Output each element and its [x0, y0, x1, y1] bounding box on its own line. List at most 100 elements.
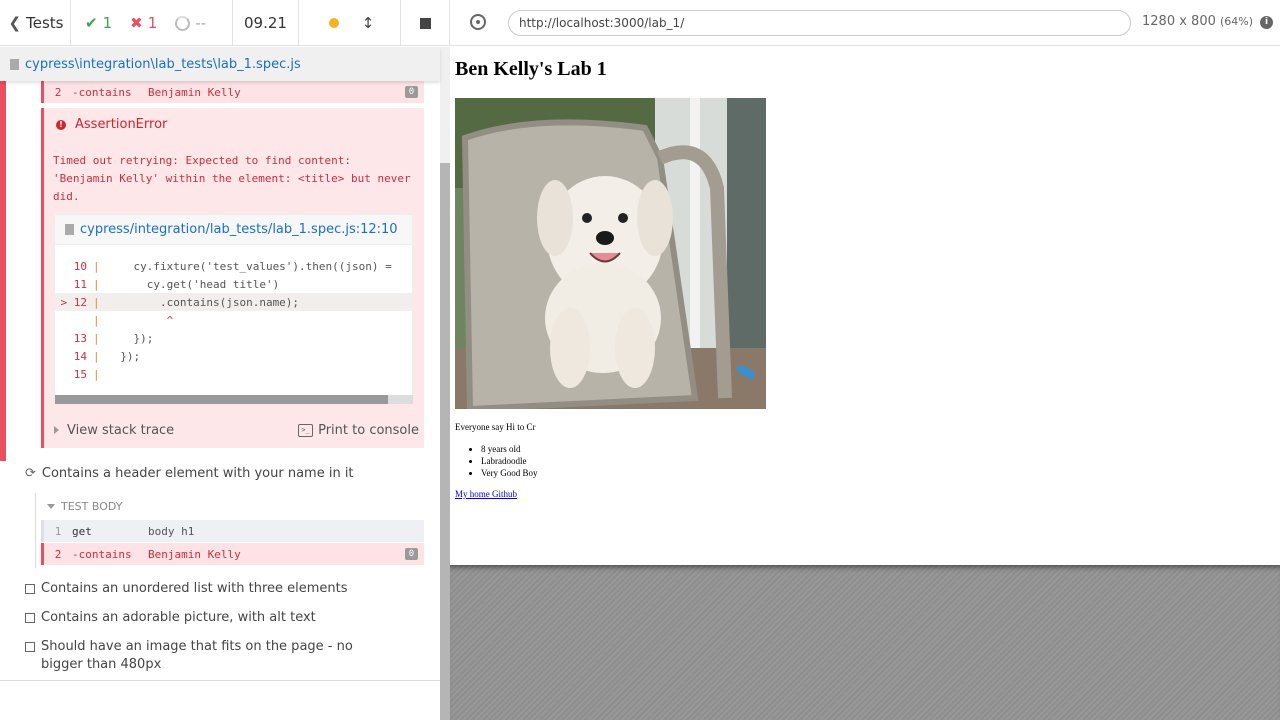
element-count-badge: 0: [405, 86, 418, 98]
dog-photo: [455, 98, 766, 409]
test-body-guide: [35, 493, 36, 568]
github-link[interactable]: My home Github: [455, 489, 517, 499]
test-title: Contains an unordered list with three el…: [41, 581, 348, 596]
dog-caption: Everyone say Hi to Cr: [455, 422, 536, 432]
url-field[interactable]: http://localhost:3000/lab_1/: [508, 10, 1131, 36]
error-message-line: Timed out retrying: Expected to find con…: [53, 154, 352, 167]
caret-down-icon: [47, 504, 55, 509]
viewport-dimensions: 1280 x 800: [1142, 14, 1216, 29]
divider: [0, 680, 440, 681]
app-under-test-panel: http://localhost:3000/lab_1/ 1280 x 800 …: [450, 0, 1280, 720]
command-arg: body h1: [148, 524, 195, 538]
command-row[interactable]: 2 -contains Benjamin Kelly 0: [41, 81, 424, 103]
command-row[interactable]: 2 -contains Benjamin Kelly 0: [41, 543, 424, 565]
check-icon: ✔: [85, 14, 98, 32]
command-number: 2: [54, 85, 62, 99]
command-number: 2: [54, 547, 62, 561]
chevron-left-icon: ❮: [8, 14, 22, 32]
list-item: Very Good Boy: [481, 467, 538, 479]
error-icon: !: [56, 119, 66, 130]
code-frame-file-link[interactable]: cypress/integration/lab_tests/lab_1.spec…: [55, 215, 412, 245]
viewport-size: 1280 x 800 (64%): [1142, 14, 1253, 29]
line-number: 14: [73, 349, 87, 363]
list-item: 8 years old: [481, 443, 538, 455]
code-text: .contains(json.name);: [107, 295, 300, 309]
pending-count: --: [195, 14, 207, 32]
running-indicator-icon: [328, 18, 339, 28]
command-name: get: [72, 524, 92, 538]
print-to-console-label: Print to console: [318, 422, 419, 438]
code-scroll-thumb[interactable]: [55, 395, 388, 404]
stop-icon: [419, 17, 431, 29]
error-message-line: did.: [53, 190, 80, 203]
dog-facts-list: 8 years old Labradoodle Very Good Boy: [481, 443, 538, 479]
test-stats: ✔ 1 ✖ 1 --: [71, 0, 233, 46]
test-title: Contains a header element with your name…: [41, 466, 354, 481]
test-body-header[interactable]: TEST BODY: [47, 500, 122, 513]
run-controls: ↕: [299, 0, 400, 46]
code-frame: cypress/integration/lab_tests/lab_1.spec…: [54, 214, 413, 404]
line-number: 13: [73, 331, 87, 345]
error-message-line: 'Benjamin Kelly' within the element: <ti…: [53, 172, 411, 185]
code-line: 14 | });: [55, 347, 413, 365]
test-title: Should have an image that fits on the pa…: [41, 639, 353, 672]
test-pending[interactable]: Should have an image that fits on the pa…: [25, 638, 365, 674]
stop-button[interactable]: [400, 0, 450, 46]
reporter-scroll-thumb[interactable]: [440, 163, 450, 720]
code-line: | ^: [93, 313, 174, 327]
code-text: });: [107, 349, 141, 363]
tests-label: Tests: [26, 14, 64, 32]
error-type: AssertionError: [75, 117, 168, 132]
terminal-icon: >_: [298, 423, 314, 437]
view-stack-trace-button[interactable]: View stack trace: [54, 423, 174, 438]
element-count-badge: 0: [405, 548, 418, 560]
file-icon: [10, 58, 19, 70]
file-icon: [65, 224, 74, 235]
iframe-background: [450, 565, 1280, 720]
spec-path[interactable]: cypress\integration\lab_tests\lab_1.spec…: [25, 57, 301, 72]
pending-spinner-icon: [175, 15, 191, 31]
line-number: > 12: [60, 295, 88, 309]
code-text: cy.get('head title'): [107, 277, 280, 291]
app-iframe: Ben Kelly's Lab 1 Everyone say Hi to Cr …: [451, 47, 1280, 565]
view-stack-trace-label: View stack trace: [67, 422, 175, 438]
selector-playground-icon[interactable]: [470, 14, 486, 30]
spec-file-bar[interactable]: cypress\integration\lab_tests\lab_1.spec…: [0, 47, 440, 81]
viewport-scale: (64%): [1220, 15, 1254, 28]
code-text: });: [107, 331, 154, 345]
page-heading: Ben Kelly's Lab 1: [455, 58, 607, 80]
print-to-console-button[interactable]: >_ Print to console: [298, 423, 419, 438]
command-number: 1: [54, 524, 62, 538]
command-log: 2 -contains Benjamin Kelly 0 ! Assertion…: [0, 81, 440, 681]
command-row[interactable]: 1 get body h1: [41, 520, 424, 542]
code-text: cy.fixture('test_values').then((json) =: [107, 259, 392, 273]
code-frame-path[interactable]: cypress/integration/lab_tests/lab_1.spec…: [80, 222, 398, 237]
code-line: 10 | cy.fixture('test_values').then((json…: [55, 257, 413, 275]
command-arg: Benjamin Kelly: [148, 85, 241, 99]
line-number: 10: [73, 259, 87, 273]
failed-test-indicator: [0, 81, 6, 461]
command-name: -contains: [72, 85, 132, 99]
dog-photo-illustration: [455, 98, 766, 409]
tests-back-button[interactable]: ❮ Tests: [0, 0, 71, 46]
code-line: 13 | });: [55, 329, 413, 347]
list-item: Labradoodle: [481, 455, 538, 467]
test-running[interactable]: ⟳ Contains a header element with your na…: [25, 465, 385, 483]
code-text: ^: [107, 313, 174, 327]
autoscroll-toggle-icon[interactable]: ↕: [362, 14, 375, 32]
command-name: -contains: [72, 547, 132, 561]
x-icon: ✖: [130, 14, 143, 32]
pending-checkbox-icon: [25, 584, 35, 594]
test-pending[interactable]: Contains an unordered list with three el…: [25, 580, 385, 598]
code-line: 15 |: [55, 365, 413, 383]
info-icon[interactable]: i: [1260, 16, 1273, 29]
line-number: 11: [73, 277, 87, 291]
refresh-icon: ⟳: [25, 466, 36, 481]
passed-count: 1: [102, 14, 113, 32]
error-panel: ! AssertionError Timed out retrying: Exp…: [41, 108, 424, 448]
line-number: 15: [73, 367, 87, 381]
test-pending[interactable]: Contains an adorable picture, with alt t…: [25, 609, 385, 627]
code-line: 11 | cy.get('head title'): [55, 275, 413, 293]
reporter-header: ❮ Tests ✔ 1 ✖ 1 -- 09.21 ↕: [0, 0, 450, 46]
pending-checkbox-icon: [25, 613, 35, 623]
